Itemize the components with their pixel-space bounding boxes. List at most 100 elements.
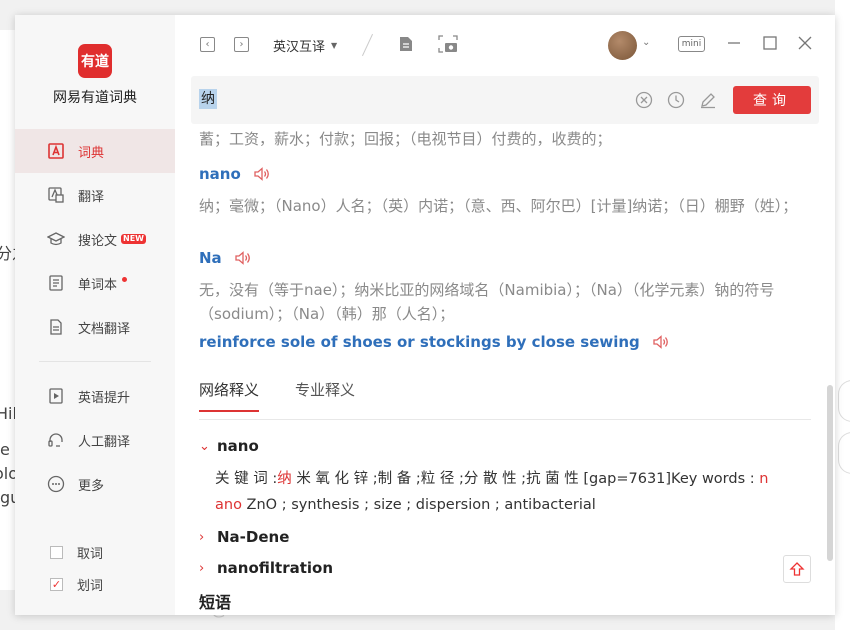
web-def-title: nano [217, 437, 259, 455]
history-icon[interactable] [667, 91, 685, 109]
more-icon [47, 475, 65, 493]
background-fragment: e [0, 440, 10, 459]
highlight-text: n [759, 471, 769, 487]
sidebar-item-papers[interactable]: 搜论文 NEW [15, 217, 175, 261]
tabs-divider [199, 419, 811, 420]
phrases-heading: 短语 [199, 593, 232, 612]
option-label: 划词 [77, 579, 104, 594]
mini-mode-button[interactable]: mini [678, 36, 705, 52]
sidebar-item-label: 翻译 [78, 189, 105, 205]
result-word: Na [199, 249, 222, 267]
search-input[interactable]: 纳 [199, 89, 217, 109]
arrow-up-icon [789, 562, 805, 576]
minimize-button[interactable] [726, 35, 742, 51]
web-def-line: ano ZnO ; synthesis ; size ; dispersion … [215, 490, 809, 520]
web-def-title: Na-Dene [217, 528, 290, 546]
close-button[interactable] [797, 35, 813, 51]
sidebar-item-doc-translate[interactable]: 文档翻译 [15, 305, 175, 349]
web-def-heading[interactable]: › Na-Dene [199, 528, 289, 546]
chevron-down-icon[interactable]: ⌄ [642, 37, 650, 48]
screenshot-icon[interactable] [438, 35, 458, 53]
handwriting-icon[interactable] [699, 91, 717, 109]
language-mode-dropdown[interactable]: 英汉互译 ▼ [273, 36, 337, 55]
result-word-link[interactable]: Na [199, 249, 252, 267]
sidebar-item-wordbook[interactable]: 单词本 [15, 261, 175, 305]
sidebar-item-label: 更多 [78, 478, 105, 494]
chevron-right-icon: › [199, 560, 205, 576]
sidebar-item-dictionary[interactable]: 词典 [15, 129, 175, 173]
sidebar-item-label: 英语提升 [78, 390, 131, 406]
phrase-text: reinforce sole of shoes or stockings by … [199, 333, 640, 351]
new-badge: NEW [121, 234, 146, 244]
background-side-button[interactable] [838, 380, 850, 422]
sidebar-item-label: 人工翻译 [78, 434, 131, 450]
chevron-down-icon: ⌄ [199, 438, 210, 454]
web-def-heading[interactable]: › nanofiltration [199, 559, 333, 577]
translate-icon [47, 186, 65, 204]
phrase-link[interactable]: reinforce sole of shoes or stockings by … [199, 333, 670, 351]
definition-tabs: 网络释义 专业释义 [199, 379, 391, 412]
web-def-title: nanofiltration [217, 559, 334, 577]
sidebar-item-human-translate[interactable]: 人工翻译 [15, 418, 175, 462]
definition-text: 无，没有（等于nae）；纳米比亚的网络域名（Namibia）；（Na）（化学元素… [199, 281, 775, 323]
play-book-icon [47, 387, 65, 405]
sidebar-item-label: 搜论文 [78, 233, 118, 249]
top-bar: ‹ › 英汉互译 ▼ ⌄ mini [175, 15, 835, 73]
option-capture-word[interactable]: 取词 [50, 543, 103, 562]
search-button[interactable]: 查询 [733, 86, 811, 114]
web-def-heading[interactable]: ⌄ nano [199, 437, 259, 455]
capture-word-checkbox[interactable] [50, 546, 63, 559]
wordbook-icon [47, 274, 65, 292]
user-avatar[interactable] [608, 31, 637, 60]
chevron-down-icon: ▼ [331, 41, 338, 50]
search-bar: 纳 查询 [191, 76, 819, 124]
app-logo: 有道 [78, 44, 112, 78]
sidebar: 有道 网易有道词典 词典 翻译 搜论文 NEW 单词本 文档翻译 英语提升 人工… [15, 15, 175, 615]
background-side-button[interactable] [838, 432, 850, 474]
sidebar-item-label: 词典 [78, 145, 105, 161]
result-word: nano [199, 165, 241, 183]
clear-icon[interactable] [635, 91, 653, 109]
language-mode-label: 英汉互译 [273, 40, 326, 55]
maximize-button[interactable] [762, 35, 778, 51]
definition-text: 蓄；工资，薪水；付款；回报；（电视节目）付费的，收费的； [199, 130, 612, 148]
sidebar-item-label: 单词本 [78, 277, 118, 293]
document-icon[interactable] [397, 35, 415, 53]
highlight-text: 纳 [277, 471, 292, 487]
scrollbar[interactable] [827, 385, 833, 561]
speaker-icon[interactable] [253, 166, 271, 182]
web-def-text: 关 键 词 : [215, 471, 278, 487]
graduation-cap-icon [47, 230, 65, 248]
web-def-text: ZnO ; synthesis ; size ; dispersion ; an… [241, 497, 596, 513]
tab-professional-definitions[interactable]: 专业释义 [295, 379, 355, 412]
forward-button[interactable]: › [234, 37, 249, 52]
sidebar-item-more[interactable]: 更多 [15, 462, 175, 506]
sidebar-item-label: 文档翻译 [78, 321, 131, 337]
option-select-word[interactable]: ✓ 划词 [50, 575, 103, 594]
app-name: 网易有道词典 [53, 90, 137, 106]
dictionary-icon [47, 142, 65, 160]
result-word-link[interactable]: nano [199, 165, 271, 183]
option-label: 取词 [77, 547, 104, 562]
youdao-dictionary-window: 有道 网易有道词典 词典 翻译 搜论文 NEW 单词本 文档翻译 英语提升 人工… [15, 15, 835, 615]
notification-dot [122, 276, 128, 282]
web-def-body: 关 键 词 :纳 米 氧 化 锌 ;制 备 ;粒 径 ;分 散 性 ;抗 菌 性… [215, 464, 809, 520]
tab-web-definitions[interactable]: 网络释义 [199, 379, 260, 412]
highlight-text: ano [215, 497, 242, 513]
sidebar-item-english-improve[interactable]: 英语提升 [15, 374, 175, 418]
web-def-text: 米 氧 化 锌 ;制 备 ;粒 径 ;分 散 性 ;抗 菌 性 [gap=763… [291, 471, 760, 487]
headset-icon [47, 431, 65, 449]
sidebar-divider [39, 361, 151, 362]
select-word-checkbox[interactable]: ✓ [50, 578, 63, 591]
document-icon [47, 318, 65, 336]
sidebar-item-translate[interactable]: 翻译 [15, 173, 175, 217]
toolbar-separator [361, 33, 374, 57]
back-to-top-button[interactable] [783, 555, 811, 583]
speaker-icon[interactable] [234, 250, 252, 266]
background-panel-right [835, 0, 850, 630]
back-button[interactable]: ‹ [200, 37, 215, 52]
results-panel: 蓄；工资，薪水；付款；回报；（电视节目）付费的，收费的； nano 纳；毫微；（… [199, 123, 811, 615]
definition-text: 纳；毫微；（Nano）人名；（英）内诺；（意、西、阿尔巴）[计量]纳诺；（日）棚… [199, 197, 798, 215]
chevron-right-icon: › [199, 529, 205, 545]
speaker-icon[interactable] [652, 334, 670, 350]
